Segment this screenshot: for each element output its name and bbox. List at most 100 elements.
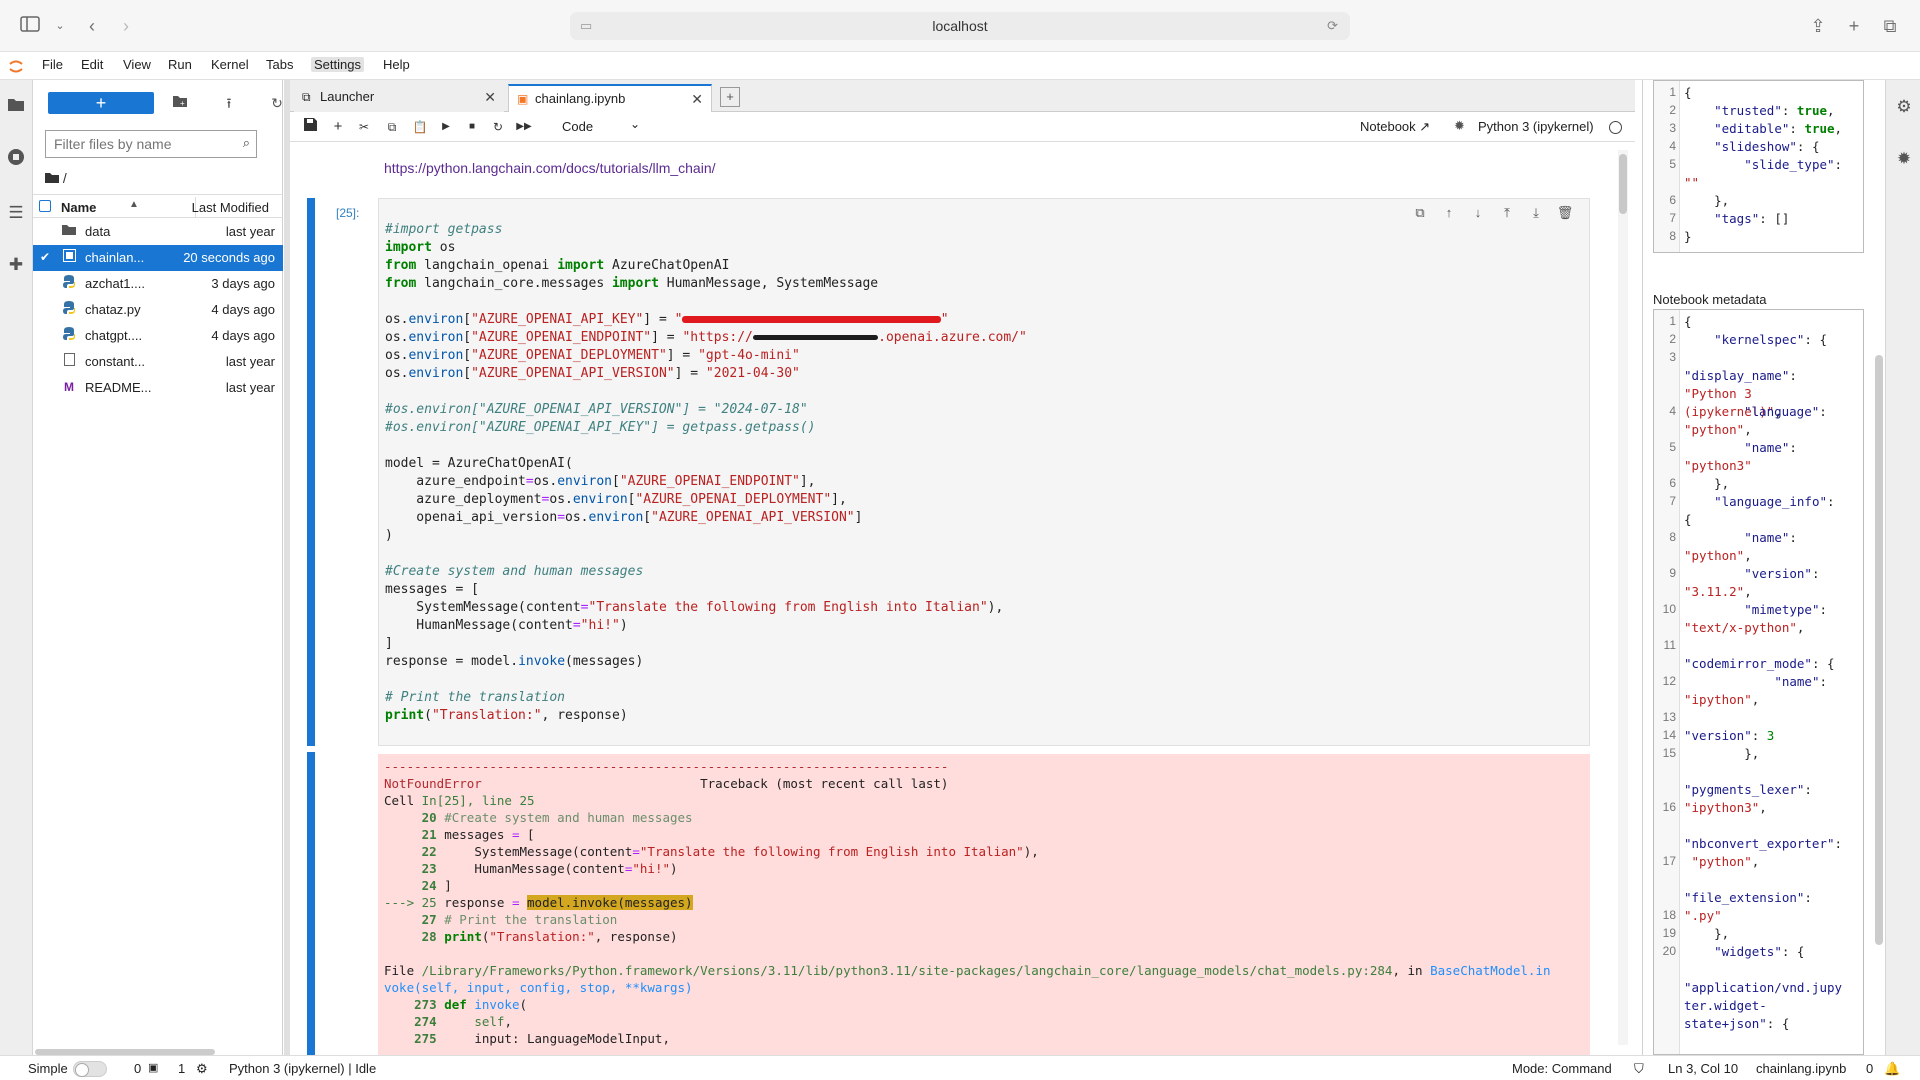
breadcrumb-root[interactable]: /: [63, 170, 67, 186]
running-sessions-icon[interactable]: [5, 148, 27, 170]
file-row-chainlang[interactable]: ✔ chainlan... 20 seconds ago: [33, 245, 283, 271]
filter-files-input[interactable]: ⌕: [45, 130, 257, 158]
back-icon[interactable]: ‹: [80, 14, 104, 38]
delete-icon[interactable]: 🗑: [1555, 205, 1575, 221]
kernels-count[interactable]: 1: [178, 1061, 185, 1076]
file-row-constant[interactable]: constant... last year: [33, 349, 283, 375]
code-cell-editor[interactable]: ⧉ ↑ ↓ ⤒ ⤓ 🗑 #import getpass import os from la…: [378, 198, 1590, 746]
share-icon[interactable]: ⇪: [1806, 14, 1830, 38]
svg-text:+: +: [180, 99, 185, 108]
tab-overview-icon[interactable]: ⧉: [1878, 14, 1902, 38]
menu-tabs[interactable]: Tabs: [263, 57, 296, 72]
command-mode: Mode: Command: [1512, 1061, 1612, 1076]
menu-kernel[interactable]: Kernel: [208, 57, 252, 72]
cursor-position[interactable]: Ln 3, Col 10: [1668, 1061, 1738, 1076]
address-bar[interactable]: ▭ localhost ⟳: [570, 12, 1350, 40]
cell-metadata-editor[interactable]: 12345678 { "trusted": true, "editable": …: [1653, 80, 1864, 253]
debugger-icon[interactable]: ✹: [1893, 148, 1915, 170]
chevron-down-icon[interactable]: ⌄: [48, 14, 72, 38]
file-row-chatgpt[interactable]: chatgpt.... 4 days ago: [33, 323, 283, 349]
menu-settings[interactable]: Settings: [311, 57, 364, 72]
fast-forward-icon[interactable]: ▶▶: [514, 118, 534, 136]
restart-icon[interactable]: ↻: [488, 118, 508, 136]
bell-icon[interactable]: 🔔: [1884, 1061, 1900, 1077]
markdown-icon: M: [64, 380, 74, 394]
markdown-link[interactable]: https://python.langchain.com/docs/tutori…: [384, 160, 716, 176]
launcher-icon: ⧉: [302, 90, 311, 104]
inspector-scrollbar[interactable]: [1875, 355, 1883, 945]
cut-icon[interactable]: ✂: [354, 118, 374, 136]
left-activity-bar: ☰ ✚: [0, 80, 33, 1055]
notebook-panel: https://python.langchain.com/docs/tutori…: [290, 142, 1635, 1055]
file-browser: + + ⭱ ↻ ⌕ / Name ▲ Last Modified data la…: [33, 80, 283, 1055]
terminal-icon: ▣: [148, 1062, 159, 1074]
python-icon: [61, 301, 77, 317]
tab-bar: ⧉ Launcher ✕ ▣ chainlang.ipynb ✕ +: [290, 80, 1635, 112]
new-launcher-button[interactable]: +: [48, 92, 154, 114]
file-modified: 4 days ago: [211, 328, 275, 343]
new-folder-icon[interactable]: +: [169, 92, 191, 114]
column-name[interactable]: Name: [61, 200, 96, 215]
close-icon[interactable]: ✕: [484, 84, 496, 110]
property-inspector-icon[interactable]: ⚙: [1893, 96, 1915, 118]
folder-icon[interactable]: [5, 96, 27, 118]
new-tab-icon[interactable]: +: [1842, 14, 1866, 38]
paste-icon[interactable]: 📋: [410, 118, 430, 136]
debugger-icon[interactable]: ✹: [1454, 118, 1465, 134]
simple-mode-toggle[interactable]: [73, 1061, 107, 1077]
upload-icon[interactable]: ⭱: [218, 92, 240, 114]
extension-icon[interactable]: ✚: [5, 254, 27, 276]
output-collapser[interactable]: [307, 752, 315, 1055]
notebook-icon: ▣: [517, 92, 529, 106]
filter-input[interactable]: [46, 131, 226, 157]
forward-icon[interactable]: ›: [114, 14, 138, 38]
tab-launcher[interactable]: ⧉ Launcher ✕: [294, 84, 504, 112]
add-tab-button[interactable]: +: [720, 87, 740, 107]
file-row-azchat1[interactable]: azchat1.... 3 days ago: [33, 271, 283, 297]
table-of-contents-icon[interactable]: ☰: [5, 202, 27, 224]
insert-below-icon[interactable]: ⤓: [1526, 205, 1546, 221]
cell-type-select[interactable]: Code: [562, 119, 593, 134]
terminals-count[interactable]: 0: [134, 1061, 141, 1076]
notebook-metadata-editor[interactable]: 1 2 3 4 5 6 7 8 9 10 11 12 13 14 15 16 1…: [1653, 309, 1864, 1055]
external-link-icon: ↗: [1419, 119, 1431, 134]
file-modified: last year: [225, 354, 275, 369]
search-icon: ⌕: [242, 135, 250, 150]
kernel-icon: ⚙: [196, 1061, 208, 1076]
menu-view[interactable]: View: [120, 57, 154, 72]
file-name: azchat1....: [85, 276, 145, 291]
notification-count[interactable]: 0: [1866, 1061, 1873, 1076]
chevron-down-icon[interactable]: ⌄: [630, 117, 640, 131]
reload-icon[interactable]: ⟳: [1327, 12, 1338, 40]
file-modified: 3 days ago: [211, 276, 275, 291]
insert-above-icon[interactable]: ⤒: [1497, 205, 1517, 221]
menu-run[interactable]: Run: [165, 57, 195, 72]
menu-file[interactable]: File: [39, 57, 66, 72]
file-row-chataz[interactable]: chataz.py 4 days ago: [33, 297, 283, 323]
file-row-readme[interactable]: M README... last year: [33, 375, 283, 401]
breadcrumb[interactable]: /: [45, 170, 67, 186]
tab-notebook[interactable]: ▣ chainlang.ipynb ✕: [508, 84, 712, 112]
close-icon[interactable]: ✕: [691, 86, 703, 112]
save-icon[interactable]: [300, 118, 320, 136]
file-name: chainlan...: [85, 250, 145, 265]
stop-icon[interactable]: ■: [462, 118, 482, 136]
page-icon: ▭: [580, 18, 593, 33]
duplicate-icon[interactable]: ⧉: [1410, 205, 1430, 221]
insert-cell-icon[interactable]: +: [328, 118, 348, 136]
copy-icon[interactable]: ⧉: [382, 118, 402, 136]
run-icon[interactable]: ▶: [436, 118, 456, 136]
column-last-modified[interactable]: Last Modified: [192, 200, 269, 215]
notebook-scrollbar[interactable]: [1618, 150, 1628, 1045]
move-down-icon[interactable]: ↓: [1468, 205, 1488, 220]
kernel-status[interactable]: Python 3 (ipykernel) | Idle: [229, 1061, 376, 1076]
select-all-checkbox[interactable]: [39, 200, 51, 212]
menu-help[interactable]: Help: [380, 57, 413, 72]
menu-edit[interactable]: Edit: [78, 57, 106, 72]
cell-collapser[interactable]: [307, 198, 315, 746]
file-row-data[interactable]: data last year: [33, 219, 283, 245]
notebook-label[interactable]: Notebook ↗: [1360, 119, 1430, 135]
sidebar-toggle-icon[interactable]: [18, 14, 42, 38]
move-up-icon[interactable]: ↑: [1439, 205, 1459, 220]
kernel-name[interactable]: Python 3 (ipykernel): [1478, 119, 1594, 134]
